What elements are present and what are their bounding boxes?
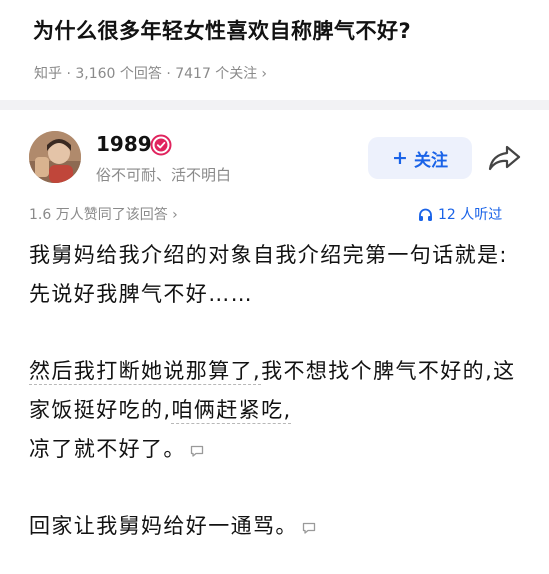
plus-icon: + bbox=[392, 147, 408, 169]
answer-paragraph-2: 然后我打断她说那算了,我不想找个脾气不好的,这家饭挺好吃的,咱俩赶紧吃, 凉了就不… bbox=[29, 352, 529, 469]
answer-text-5: 凉了就不好了。 bbox=[29, 437, 186, 461]
question-meta[interactable]: 知乎 · 3,160 个回答 · 7417 个关注 › bbox=[34, 63, 267, 83]
section-divider bbox=[0, 100, 549, 110]
author-bio: 俗不可耐、活不明白 bbox=[96, 166, 232, 184]
follow-label: 关注 bbox=[413, 150, 448, 171]
answer-body: 我舅妈给我介绍的对象自我介绍完第一句话就是: 先说好我脾气不好…… 然后我打断她… bbox=[29, 236, 529, 546]
chevron-right-icon: › bbox=[261, 66, 267, 82]
answer-paragraph-3: 回家让我舅妈给好一通骂。 bbox=[29, 507, 529, 546]
answer-text-2: 我不想找个脾气不好的, bbox=[261, 359, 494, 383]
comment-icon[interactable] bbox=[190, 431, 204, 457]
verified-badge-icon bbox=[150, 134, 172, 156]
answer-text-4[interactable]: 咱俩赶紧吃, bbox=[171, 398, 291, 422]
author-name[interactable]: 1989 bbox=[96, 132, 152, 156]
answer-paragraph-1: 我舅妈给我介绍的对象自我介绍完第一句话就是: 先说好我脾气不好…… bbox=[29, 243, 508, 306]
answer-text-1[interactable]: 然后我打断她说那算了, bbox=[29, 359, 261, 383]
listen-count-text: 12 人听过 bbox=[438, 207, 503, 223]
listen-info[interactable]: 12 人听过 bbox=[418, 204, 502, 224]
share-icon[interactable] bbox=[486, 143, 522, 173]
question-meta-text: 知乎 · 3,160 个回答 · 7417 个关注 bbox=[34, 66, 258, 82]
follow-button[interactable]: + 关注 bbox=[368, 137, 472, 179]
question-header[interactable]: 为什么很多年轻女性喜欢自称脾气不好? 知乎 · 3,160 个回答 · 7417… bbox=[0, 0, 549, 100]
headphones-icon bbox=[419, 208, 432, 221]
avatar[interactable] bbox=[29, 131, 81, 183]
comment-icon[interactable] bbox=[302, 508, 316, 534]
question-title[interactable]: 为什么很多年轻女性喜欢自称脾气不好? bbox=[33, 15, 411, 45]
chevron-right-icon: › bbox=[167, 207, 178, 223]
vote-info[interactable]: 1.6 万人赞同了该回答 › bbox=[29, 204, 178, 224]
answer-text-6: 回家让我舅妈给好一通骂。 bbox=[29, 514, 298, 538]
vote-count-text: 1.6 万人赞同了该回答 bbox=[29, 207, 168, 223]
